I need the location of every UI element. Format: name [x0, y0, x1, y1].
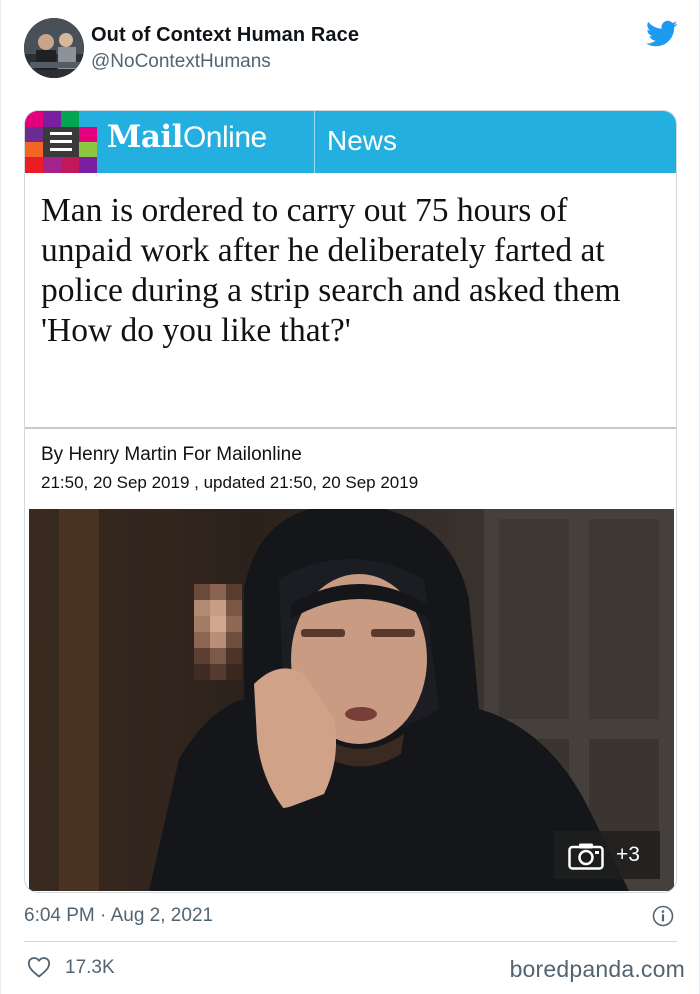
info-icon[interactable] — [652, 905, 674, 927]
heart-icon[interactable] — [27, 956, 51, 978]
avatar[interactable] — [24, 18, 84, 78]
boredpanda-watermark: boredpanda.com — [509, 956, 685, 982]
camera-icon — [568, 843, 604, 870]
like-count: 17.3K — [65, 957, 115, 978]
article-headline: Man is ordered to carry out 75 hours of … — [41, 192, 621, 349]
mailonline-header: MailOnline News — [25, 111, 676, 173]
footer-divider — [24, 941, 677, 942]
user-handle[interactable]: @NoContextHumans — [91, 51, 271, 73]
article-dates: 21:50, 20 Sep 2019 , updated 21:50, 20 S… — [41, 473, 419, 492]
section-label: News — [327, 125, 398, 156]
tweet-card: Out of Context Human Race @NoContextHuma… — [0, 0, 700, 994]
article-photo: +3 — [29, 509, 674, 891]
tweet-timestamp[interactable]: 6:04 PM · Aug 2, 2021 — [24, 905, 213, 927]
menu-mosaic-icon — [25, 111, 97, 173]
headline-divider — [25, 427, 676, 429]
embedded-article-image[interactable]: MailOnline News Man is ordered to carry … — [24, 110, 677, 893]
twitter-bird-icon[interactable] — [646, 20, 678, 48]
gallery-count: +3 — [616, 843, 640, 866]
header-divider — [314, 111, 315, 173]
gallery-badge[interactable]: +3 — [554, 831, 660, 879]
mailonline-logo: MailOnline — [107, 119, 267, 155]
article-byline: By Henry Martin For Mailonline — [41, 444, 302, 465]
display-name[interactable]: Out of Context Human Race — [91, 24, 359, 47]
